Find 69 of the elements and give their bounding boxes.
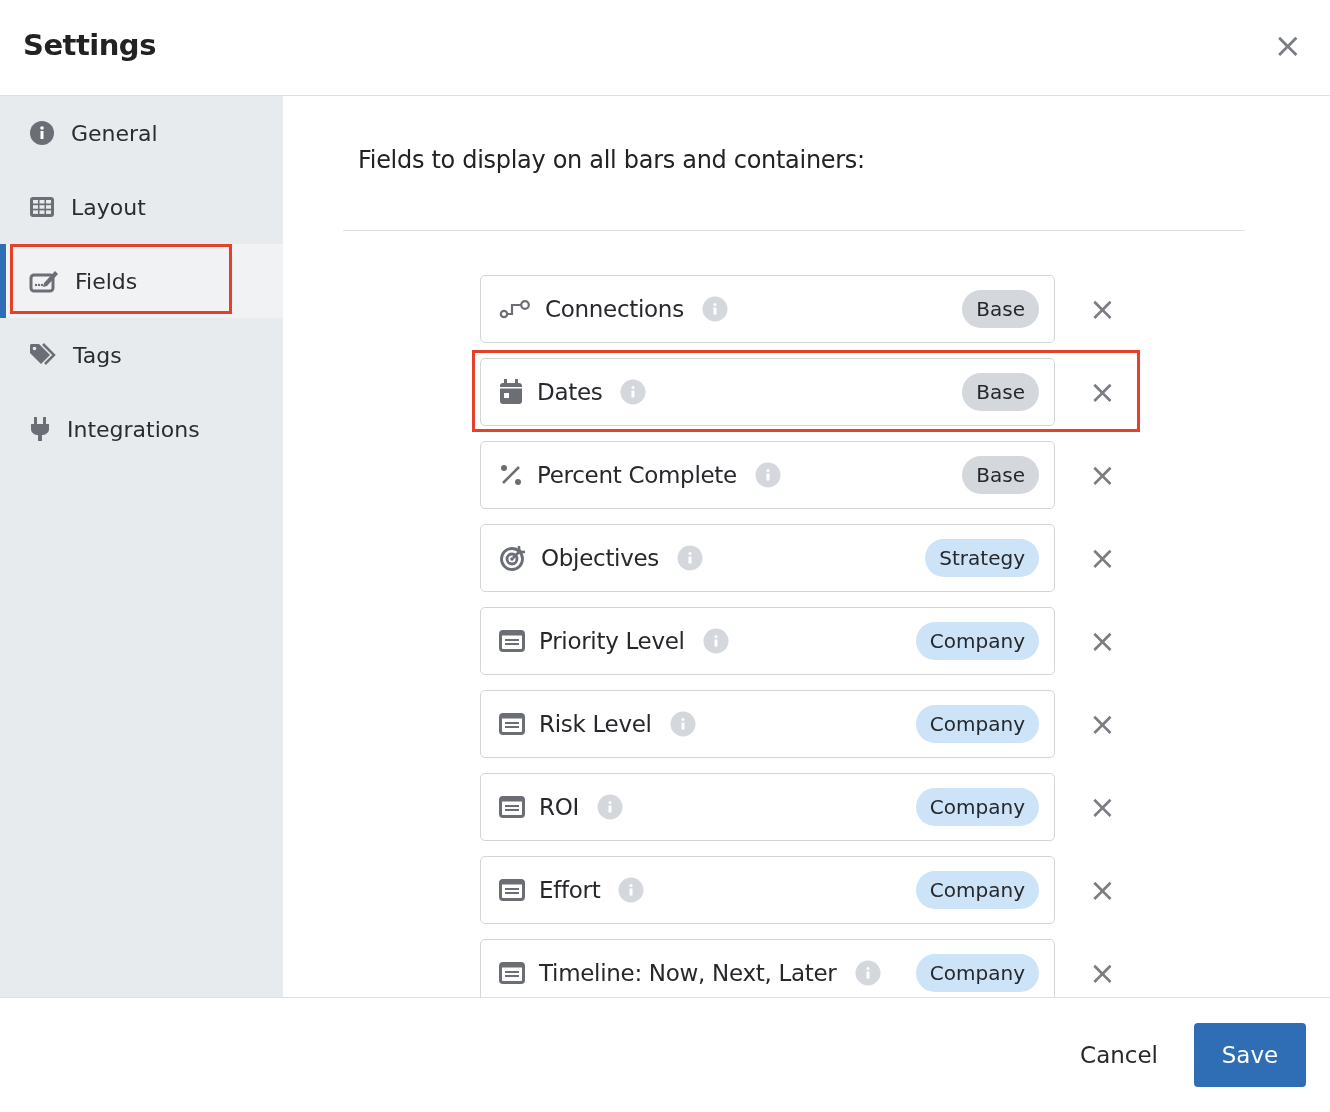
list-card-icon [499, 630, 525, 652]
field-name: Connections [545, 296, 684, 322]
field-card[interactable]: Objectives Strategy [480, 524, 1055, 592]
field-card[interactable]: Connections Base [480, 275, 1055, 343]
remove-button[interactable]: × [1085, 871, 1120, 909]
remove-button[interactable]: × [1085, 705, 1120, 743]
dialog-title: Settings [23, 27, 156, 62]
field-name: Objectives [541, 545, 660, 571]
connection-icon [499, 298, 531, 320]
info-icon[interactable] [701, 296, 728, 322]
section-heading: Fields to display on all bars and containers: [358, 146, 866, 174]
list-card-icon [499, 879, 525, 901]
info-icon[interactable] [669, 711, 696, 737]
field-name: Risk Level [539, 711, 652, 737]
cancel-button[interactable]: Cancel [1070, 1024, 1168, 1086]
info-icon[interactable] [702, 628, 729, 654]
remove-button[interactable]: × [1085, 622, 1120, 660]
remove-button[interactable]: × [1085, 788, 1120, 826]
sidebar-item[interactable]: Layout [0, 170, 283, 244]
field-name: Dates [537, 379, 603, 405]
field-name: Effort [539, 877, 601, 903]
list-card-icon [499, 962, 525, 984]
source-badge: Company [915, 705, 1039, 743]
remove-button[interactable]: × [1085, 373, 1120, 411]
field-name: Percent Complete [537, 462, 737, 488]
field-card[interactable]: Dates Base [480, 358, 1055, 426]
percent-icon [499, 464, 523, 486]
source-badge: Base [962, 290, 1039, 328]
info-icon[interactable] [754, 462, 781, 488]
sidebar-item[interactable]: General [0, 96, 283, 170]
field-card[interactable]: ROI Company [480, 773, 1055, 841]
tags-icon [29, 343, 57, 367]
info-icon[interactable] [618, 877, 645, 903]
source-badge: Company [915, 954, 1039, 992]
remove-button[interactable]: × [1085, 290, 1120, 328]
calendar-icon [499, 379, 523, 405]
source-badge: Company [915, 871, 1039, 909]
save-button[interactable]: Save [1194, 1023, 1306, 1087]
list-card-icon [499, 796, 525, 818]
remove-button[interactable]: × [1085, 456, 1120, 494]
field-card[interactable]: Percent Complete Base [480, 441, 1055, 509]
sidebar-item[interactable]: Fields [0, 244, 283, 318]
field-card[interactable]: Priority Level Company [480, 607, 1055, 675]
grid-icon [29, 196, 55, 218]
info-icon[interactable] [677, 545, 704, 571]
remove-button[interactable]: × [1085, 539, 1120, 577]
source-badge: Strategy [925, 539, 1039, 577]
close-button[interactable]: × [1267, 24, 1308, 65]
info-icon[interactable] [620, 379, 647, 405]
field-card[interactable]: Risk Level Company [480, 690, 1055, 758]
field-name: ROI [539, 794, 579, 820]
info-icon[interactable] [596, 794, 623, 820]
source-badge: Base [962, 373, 1039, 411]
sidebar-item[interactable]: Integrations [0, 392, 283, 466]
list-card-icon [499, 713, 525, 735]
plug-icon [29, 416, 51, 442]
field-card[interactable]: Timeline: Now, Next, Later Company [480, 939, 1055, 997]
field-card[interactable]: Effort Company [480, 856, 1055, 924]
field-name: Timeline: Now, Next, Later [539, 960, 837, 986]
source-badge: Company [915, 622, 1039, 660]
remove-button[interactable]: × [1085, 954, 1120, 992]
source-badge: Company [915, 788, 1039, 826]
edit-field-icon [29, 268, 59, 294]
target-icon [499, 544, 527, 572]
field-name: Priority Level [539, 628, 685, 654]
info-icon [29, 120, 55, 146]
sidebar-item[interactable]: Tags [0, 318, 283, 392]
info-icon[interactable] [854, 960, 881, 986]
source-badge: Base [962, 456, 1039, 494]
